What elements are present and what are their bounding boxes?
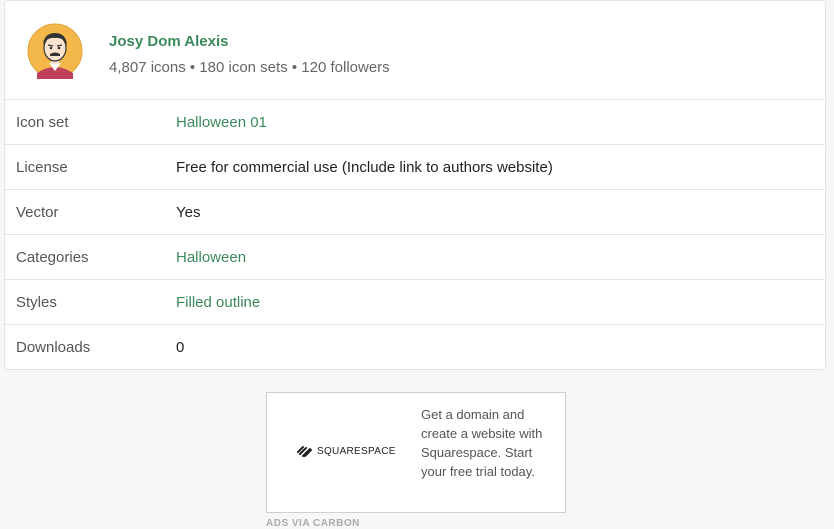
detail-row-downloads: Downloads 0: [5, 325, 825, 369]
ad-brand-label: SQUARESPACE: [317, 445, 396, 457]
detail-value: Yes: [176, 204, 201, 221]
author-header: Josy Dom Alexis 4,807 icons • 180 icon s…: [5, 1, 825, 100]
ad-via-label[interactable]: ADS VIA CARBON: [266, 518, 360, 529]
detail-value[interactable]: Halloween: [176, 249, 246, 266]
detail-row-icon-set: Icon set Halloween 01: [5, 100, 825, 145]
detail-value: Free for commercial use (Include link to…: [176, 159, 553, 176]
detail-label: Categories: [16, 249, 89, 266]
icon-details-card: Josy Dom Alexis 4,807 icons • 180 icon s…: [4, 0, 826, 370]
author-stats: 4,807 icons • 180 icon sets • 120 follow…: [109, 59, 390, 76]
detail-row-license: License Free for commercial use (Include …: [5, 145, 825, 190]
detail-value[interactable]: Halloween 01: [176, 114, 267, 131]
detail-label: Downloads: [16, 339, 91, 356]
author-name[interactable]: Josy Dom Alexis: [109, 33, 229, 50]
detail-value[interactable]: Filled outline: [176, 294, 260, 311]
details-table: Icon set Halloween 01 License Free for comm…: [5, 100, 825, 369]
detail-row-styles: Styles Filled outline: [5, 280, 825, 325]
ad-text[interactable]: Get a domain and create a website with S…: [421, 405, 557, 481]
detail-label: Icon set: [16, 114, 69, 131]
detail-value: 0: [176, 339, 185, 356]
detail-label: Styles: [16, 294, 57, 311]
detail-row-vector: Vector Yes: [5, 190, 825, 235]
author-avatar[interactable]: [27, 23, 83, 79]
detail-label: License: [16, 159, 68, 176]
carbon-ad[interactable]: SQUARESPACE Get a domain and create a we…: [266, 392, 566, 513]
squarespace-icon: [297, 446, 312, 457]
detail-row-categories: Categories Halloween: [5, 235, 825, 280]
detail-label: Vector: [16, 204, 59, 221]
ad-brand-logo[interactable]: SQUARESPACE: [297, 445, 396, 457]
